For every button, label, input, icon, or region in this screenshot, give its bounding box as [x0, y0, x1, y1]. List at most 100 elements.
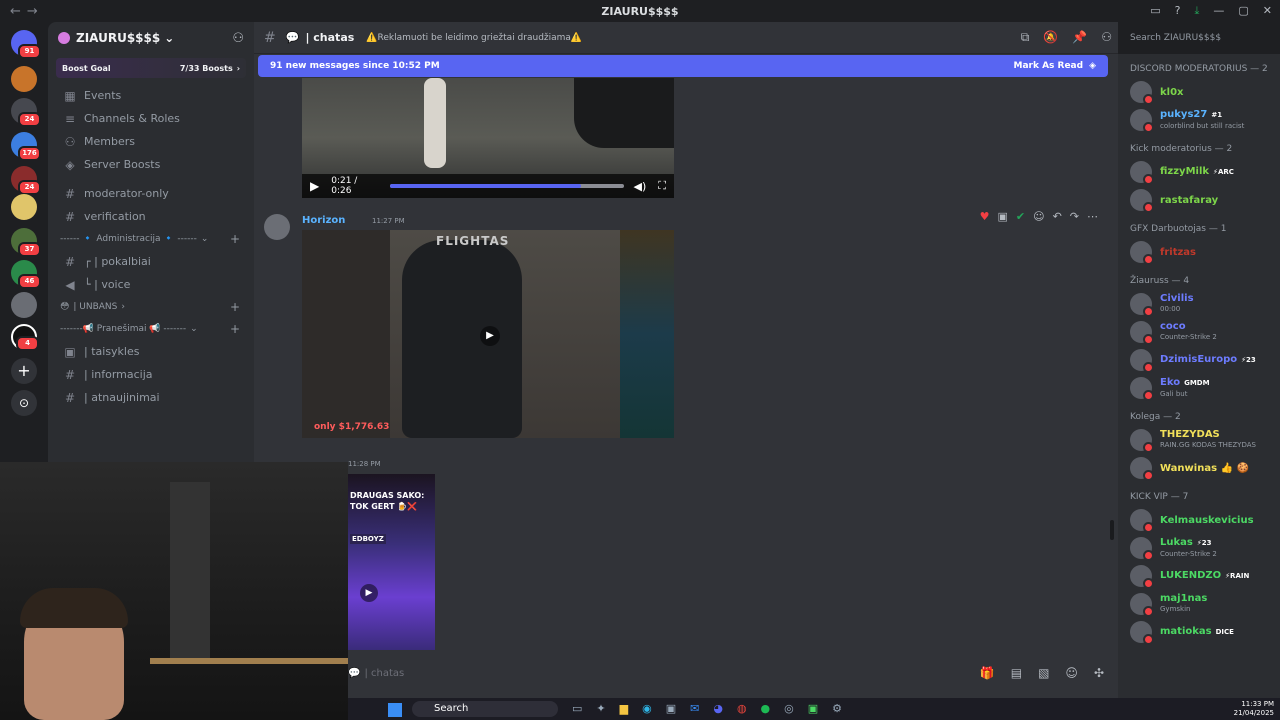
- copilot-icon[interactable]: ✦: [596, 702, 605, 715]
- reply-icon[interactable]: ↶: [1053, 210, 1062, 223]
- channel-pokalbiai[interactable]: # ┌ | pokalbiai: [48, 250, 254, 273]
- taskbar-search[interactable]: Search: [412, 701, 558, 717]
- scrollbar[interactable]: [1110, 520, 1114, 540]
- avatar[interactable]: [1130, 509, 1154, 533]
- help-icon[interactable]: ?: [1175, 4, 1181, 18]
- sidebar-item-server-boosts[interactable]: ◈ Server Boosts: [48, 153, 254, 176]
- volume-icon[interactable]: ◀): [634, 180, 647, 193]
- store-icon[interactable]: ▣: [666, 702, 676, 715]
- pin-icon[interactable]: 📌: [1072, 30, 1087, 45]
- member-item[interactable]: THEZYDAS RAIN.GG KODAS THEZYDAS: [1118, 426, 1280, 454]
- minimize-icon[interactable]: —: [1213, 4, 1224, 18]
- category-administracija[interactable]: ------ 🔹 Administracija 🔹 ------ ⌄ +: [48, 228, 254, 250]
- system-tray[interactable]: 11:33 PM 21/04/2025: [1234, 700, 1274, 718]
- avatar[interactable]: [1130, 109, 1154, 133]
- chrome-icon[interactable]: ◍: [737, 702, 747, 715]
- forward-icon[interactable]: ↷: [1070, 210, 1079, 223]
- task-view-icon[interactable]: ▭: [572, 702, 582, 715]
- video-attachment[interactable]: FLIGHTAS only $1,776.63 ▶: [302, 230, 674, 438]
- message-input[interactable]: 💬 | chatas 🎁 ▤ ▧ ☺ ✣: [348, 660, 1108, 686]
- avatar[interactable]: [1130, 241, 1154, 265]
- spotify-icon[interactable]: ●: [761, 702, 771, 715]
- member-item[interactable]: pukys27 #1 colorblind but still racist: [1118, 106, 1280, 134]
- threads-icon[interactable]: ⧉: [1021, 30, 1030, 45]
- sidebar-item-channels-roles[interactable]: ≡ Channels & Roles: [48, 107, 254, 130]
- play-icon[interactable]: ▶: [310, 179, 319, 193]
- play-icon[interactable]: ▶: [480, 326, 500, 346]
- avatar[interactable]: [1130, 161, 1154, 185]
- apps-icon[interactable]: ✣: [1094, 666, 1104, 680]
- server-icon[interactable]: 24: [11, 166, 41, 195]
- avatar[interactable]: [1130, 321, 1154, 345]
- member-item[interactable]: Civilis 00:00: [1118, 290, 1280, 318]
- discover-icon[interactable]: ⊙: [11, 390, 37, 416]
- channel-topic[interactable]: ⚠️Reklamuoti be leidimo griežtai draudži…: [366, 33, 582, 43]
- direct-messages-icon[interactable]: 91: [11, 30, 41, 59]
- add-channel-icon[interactable]: +: [230, 322, 240, 336]
- download-icon[interactable]: ⤓: [1195, 4, 1200, 18]
- discord-icon[interactable]: ◕: [713, 702, 723, 715]
- server-icon[interactable]: 37: [11, 228, 41, 257]
- check-reaction-icon[interactable]: ✔: [1016, 210, 1025, 223]
- avatar[interactable]: [1130, 457, 1154, 481]
- member-item[interactable]: matiokas DICE: [1118, 618, 1280, 646]
- avatar[interactable]: [264, 214, 290, 240]
- add-channel-icon[interactable]: +: [230, 232, 240, 246]
- avatar[interactable]: [1130, 621, 1154, 645]
- search-input[interactable]: Search ZIAURU$$$$: [1118, 22, 1280, 54]
- video-attachment[interactable]: DRAUGAS SAKO: TOK GERT 🍺❌ EDBOYZ ▶: [348, 474, 435, 650]
- gif-icon[interactable]: ▤: [1011, 666, 1022, 680]
- category-unbans[interactable]: 😳 | UNBANS › +: [48, 296, 254, 318]
- member-item[interactable]: fizzyMilk ⚡ARC: [1118, 158, 1280, 186]
- member-list-icon[interactable]: ⚇: [1101, 30, 1112, 45]
- server-icon[interactable]: [11, 194, 37, 220]
- channel-moderator-only[interactable]: # moderator-only: [48, 182, 254, 205]
- server-icon[interactable]: [11, 66, 37, 92]
- edge-icon[interactable]: ◉: [642, 702, 652, 715]
- mute-icon[interactable]: 🔕: [1043, 30, 1058, 45]
- avatar[interactable]: [1130, 349, 1154, 373]
- boost-goal[interactable]: Boost Goal 7/33 Boosts ›: [56, 58, 246, 78]
- sidebar-item-members[interactable]: ⚇ Members: [48, 130, 254, 153]
- reaction-icon[interactable]: ▣: [997, 210, 1007, 223]
- member-item[interactable]: Eko GMDM Gali but: [1118, 374, 1280, 402]
- fullscreen-icon[interactable]: ⛶: [658, 179, 666, 193]
- avatar[interactable]: [1130, 81, 1154, 105]
- folder-icon[interactable]: ▆: [620, 702, 628, 715]
- member-item[interactable]: kl0x: [1118, 78, 1280, 106]
- message-author[interactable]: Horizon: [302, 215, 345, 226]
- server-icon[interactable]: 46: [11, 260, 41, 289]
- channel-taisykles[interactable]: ▣ | taisykles: [48, 340, 254, 363]
- avatar[interactable]: [1130, 189, 1154, 213]
- server-icon[interactable]: 176: [11, 132, 41, 161]
- app-icon[interactable]: ▣: [808, 702, 818, 715]
- avatar[interactable]: [1130, 593, 1154, 617]
- add-member-icon[interactable]: ⚇: [232, 31, 244, 46]
- channel-atnaujinimai[interactable]: # | atnaujinimai: [48, 386, 254, 409]
- message[interactable]: Horizon 11:27 PM ♥ ▣ ✔ ☺ ↶ ↷ ⋯ FLIGHTAS …: [254, 210, 1118, 442]
- channel-informacija[interactable]: # | informacija: [48, 363, 254, 386]
- new-messages-bar[interactable]: 91 new messages since 10:52 PM Mark As R…: [258, 55, 1108, 77]
- server-icon[interactable]: [11, 292, 37, 318]
- close-icon[interactable]: ✕: [1263, 4, 1272, 18]
- member-item[interactable]: fritzas: [1118, 238, 1280, 266]
- add-reaction-icon[interactable]: ☺: [1033, 210, 1044, 223]
- channel-voice[interactable]: ◀ └ | voice: [48, 273, 254, 296]
- server-icon[interactable]: 4: [11, 324, 39, 351]
- member-item[interactable]: Wanwinas 👍 🍪: [1118, 454, 1280, 482]
- inbox-icon[interactable]: ▭: [1150, 4, 1160, 18]
- member-item[interactable]: rastafaray: [1118, 186, 1280, 214]
- avatar[interactable]: [1130, 565, 1154, 589]
- window-controls[interactable]: ▭ ? ⤓ — ▢ ✕: [1150, 4, 1272, 18]
- more-icon[interactable]: ⋯: [1087, 210, 1098, 223]
- server-icon[interactable]: 24: [11, 98, 41, 127]
- avatar[interactable]: [1130, 377, 1154, 401]
- member-item[interactable]: DzimisEuropo ⚡23: [1118, 346, 1280, 374]
- gift-icon[interactable]: 🎁: [980, 666, 995, 680]
- channel-verification[interactable]: # verification: [48, 205, 254, 228]
- mark-as-read-button[interactable]: Mark As Read: [1013, 61, 1083, 71]
- member-item[interactable]: coco Counter-Strike 2: [1118, 318, 1280, 346]
- mail-icon[interactable]: ✉: [690, 702, 699, 715]
- maximize-icon[interactable]: ▢: [1238, 4, 1248, 18]
- settings-icon[interactable]: ⚙: [832, 702, 842, 715]
